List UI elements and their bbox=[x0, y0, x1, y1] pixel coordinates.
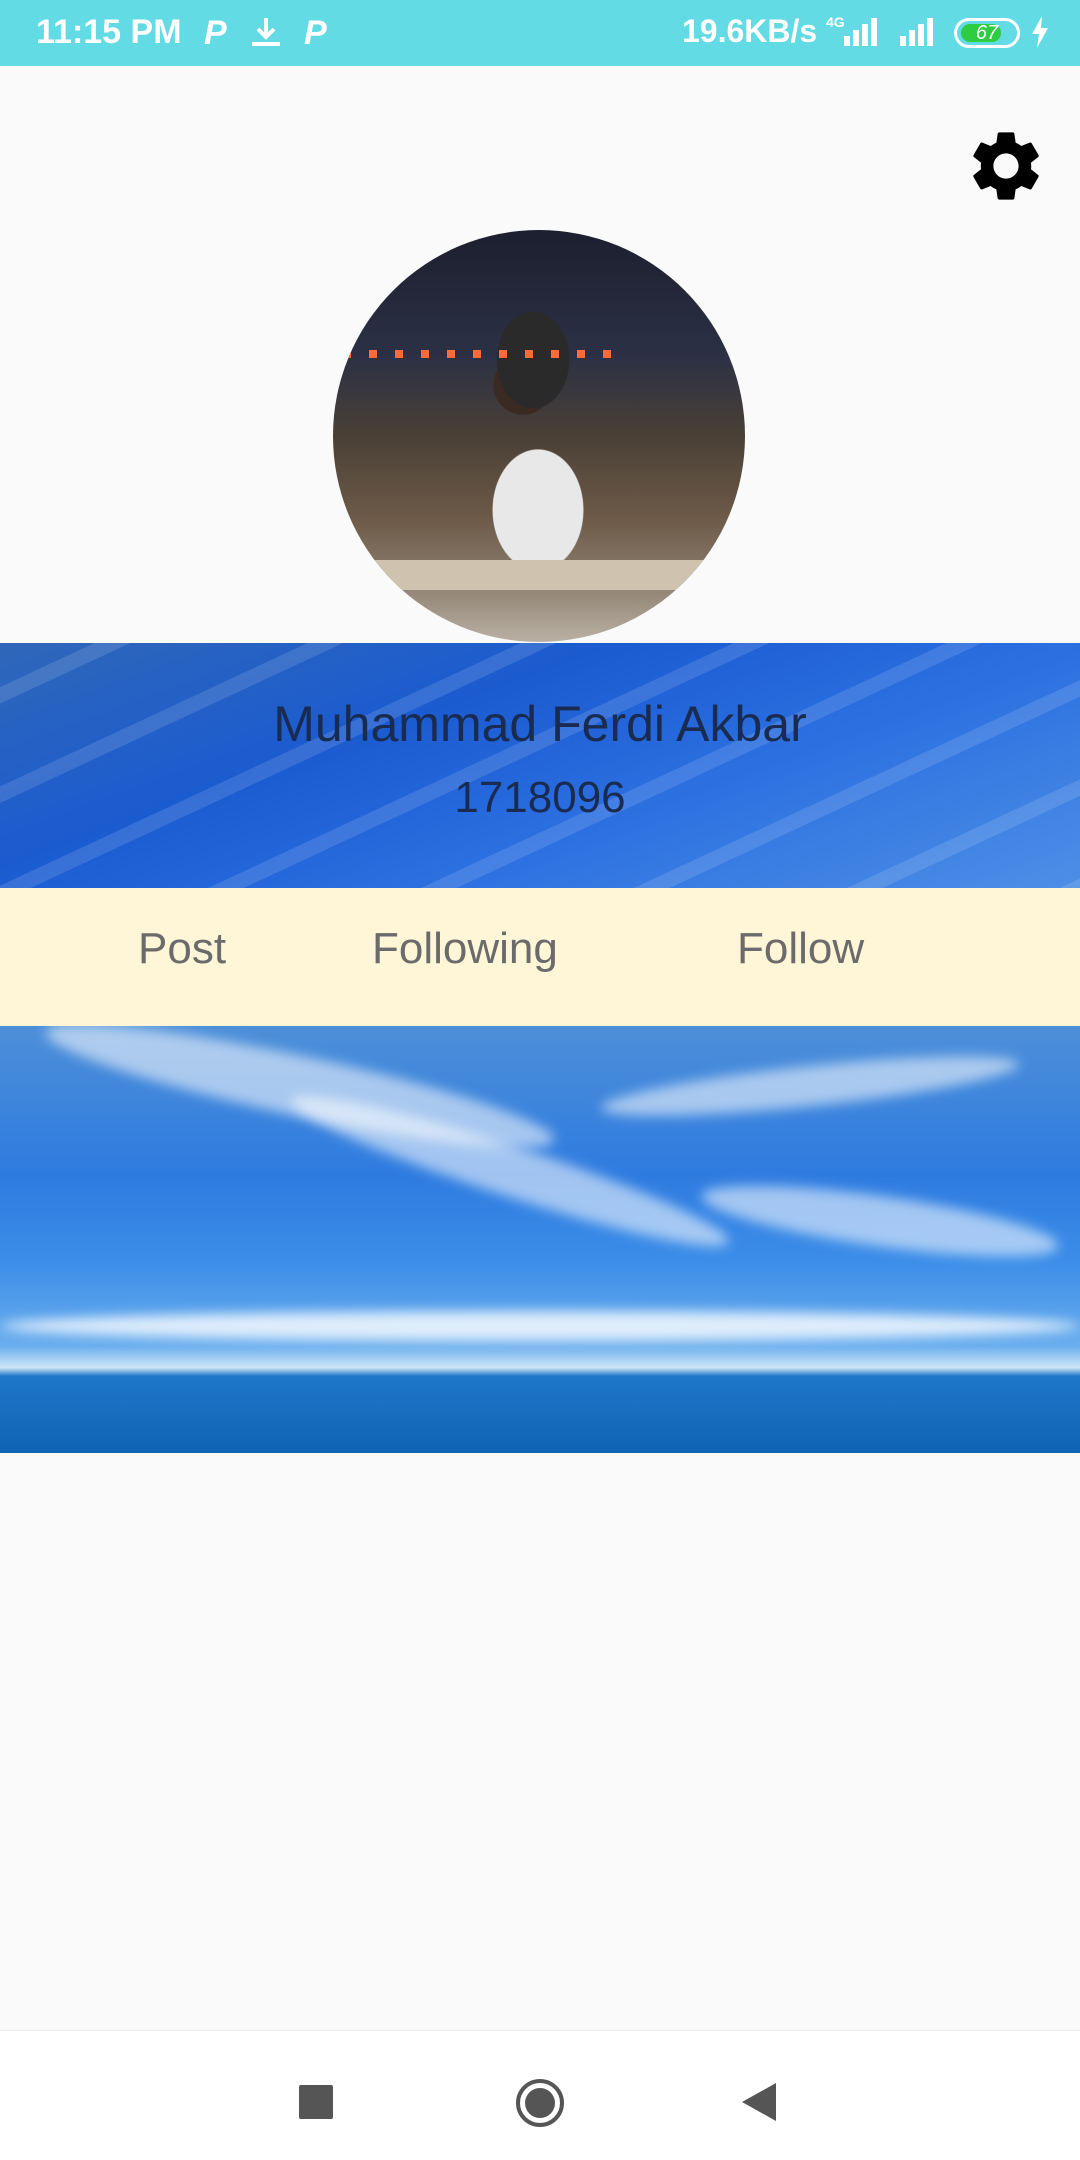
profile-id: 1718096 bbox=[454, 773, 626, 822]
tab-post[interactable]: Post bbox=[138, 924, 226, 974]
battery-icon: 67 bbox=[954, 18, 1020, 48]
home-icon[interactable] bbox=[514, 2077, 566, 2129]
recents-icon[interactable] bbox=[299, 2085, 333, 2119]
profile-avatar[interactable] bbox=[333, 230, 745, 642]
status-time: 11:15 PM bbox=[36, 13, 182, 51]
settings-gear-icon[interactable] bbox=[964, 124, 1048, 208]
profile-banner: Muhammad Ferdi Akbar 1718096 bbox=[0, 643, 1080, 888]
signal-icon bbox=[844, 18, 877, 46]
download-icon bbox=[252, 18, 280, 46]
signal-icon bbox=[900, 18, 933, 46]
p-app-icon: P bbox=[204, 14, 227, 52]
profile-name: Muhammad Ferdi Akbar bbox=[273, 696, 807, 752]
charging-icon bbox=[1032, 16, 1048, 48]
avatar-photo-detail bbox=[343, 350, 623, 358]
p-app-icon: P bbox=[304, 14, 327, 52]
back-icon[interactable] bbox=[742, 2083, 776, 2121]
cover-image bbox=[0, 1026, 1080, 1453]
avatar-photo-detail bbox=[373, 560, 713, 590]
tab-follow[interactable]: Follow bbox=[737, 924, 864, 974]
battery-level: 67 bbox=[975, 22, 999, 44]
tab-following[interactable]: Following bbox=[372, 924, 558, 974]
system-nav-bar bbox=[0, 2030, 1080, 2160]
network-speed: 19.6KB/s bbox=[682, 13, 818, 49]
profile-tabs: Post Following Follow bbox=[0, 888, 1080, 1026]
status-bar: 11:15 PM P P 19.6KB/s 4G 67 bbox=[0, 0, 1080, 66]
